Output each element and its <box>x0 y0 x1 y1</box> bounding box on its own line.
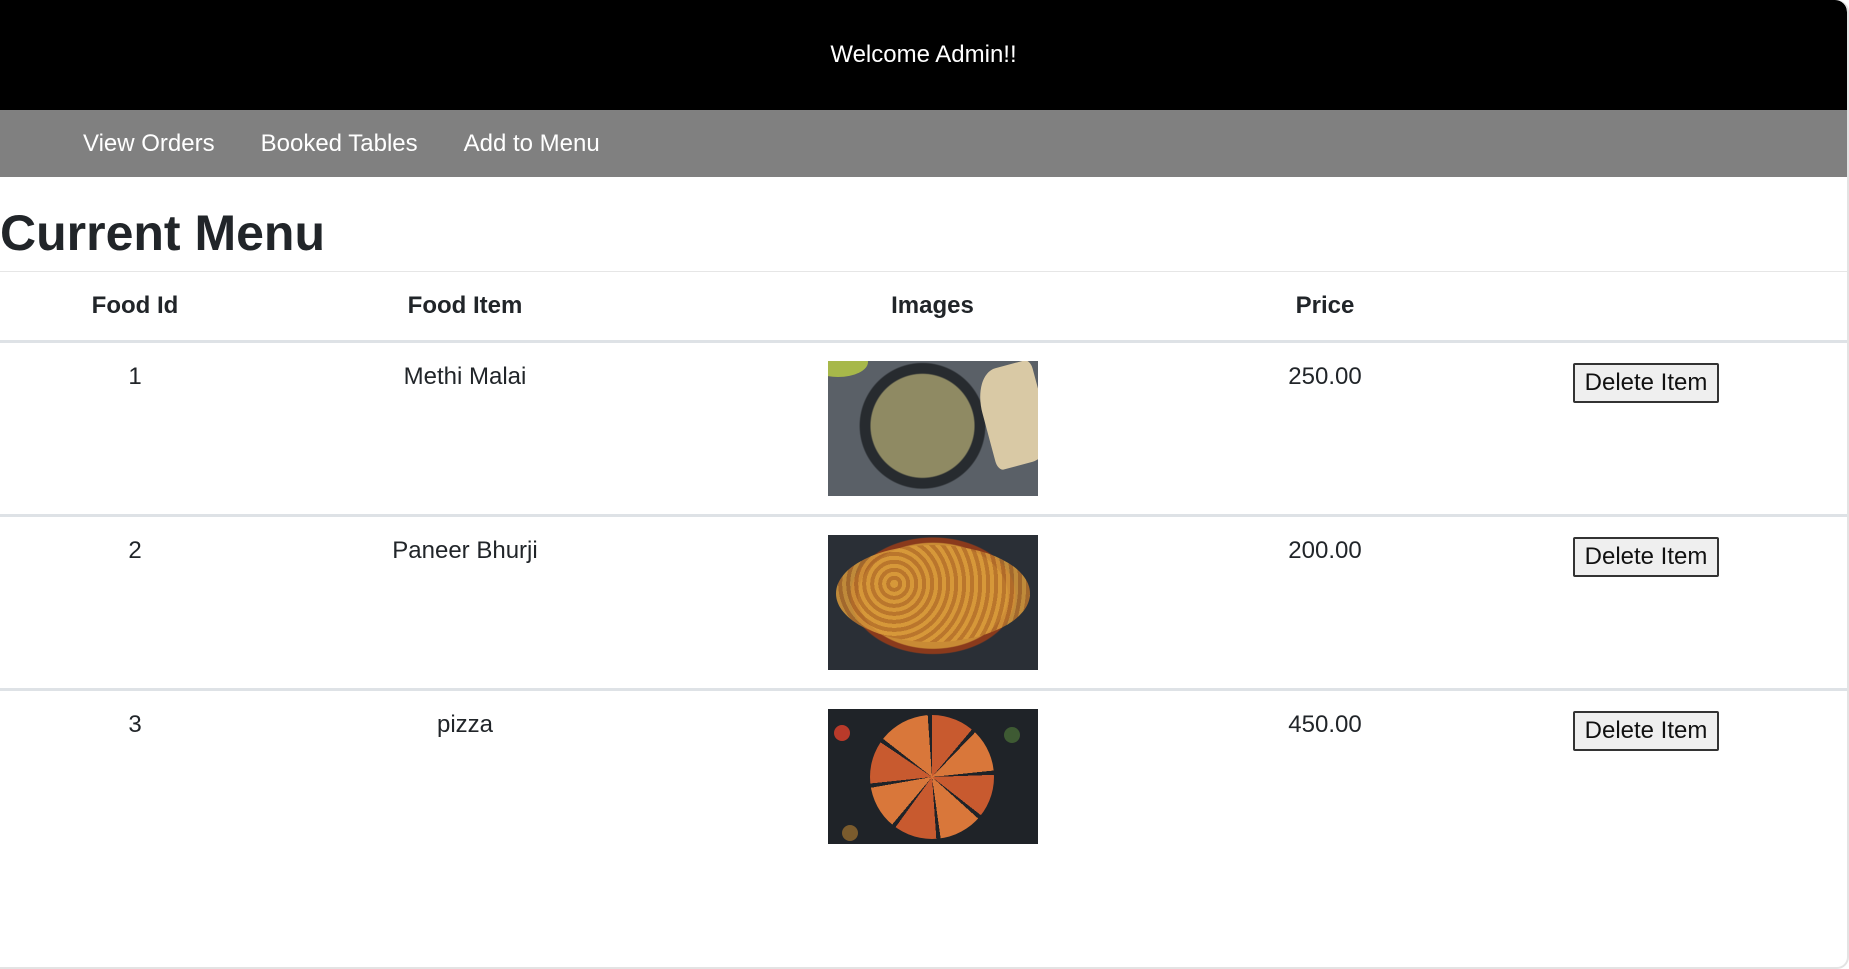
cell-action: Delete Item <box>1445 515 1847 691</box>
cell-action: Delete Item <box>1445 341 1847 517</box>
food-image <box>827 535 1038 670</box>
cell-food-item: pizza <box>270 690 660 863</box>
nav-add-to-menu[interactable]: Add to Menu <box>464 130 600 158</box>
col-food-id: Food Id <box>0 271 270 343</box>
cell-food-item: Paneer Bhurji <box>270 515 660 691</box>
menu-table: Food Id Food Item Images Price 1 Methi M… <box>0 271 1847 862</box>
food-name: pizza <box>436 711 494 738</box>
app-frame: Welcome Admin!! View Orders Booked Table… <box>0 0 1849 969</box>
food-id: 1 <box>128 363 142 390</box>
food-name: Methi Malai <box>403 363 527 390</box>
food-price: 200.00 <box>1288 537 1362 564</box>
food-price: 250.00 <box>1288 363 1362 390</box>
cell-food-id: 2 <box>0 515 270 691</box>
cell-price: 250.00 <box>1205 341 1445 517</box>
cell-action: Delete Item <box>1445 690 1847 863</box>
col-action <box>1445 271 1847 343</box>
cell-food-id: 3 <box>0 690 270 863</box>
col-price: Price <box>1205 271 1445 343</box>
cell-image <box>660 341 1205 517</box>
cell-food-id: 1 <box>0 341 270 517</box>
welcome-header: Welcome Admin!! <box>0 0 1847 110</box>
cell-image <box>660 690 1205 863</box>
food-image <box>827 361 1038 496</box>
table-header-row: Food Id Food Item Images Price <box>0 271 1847 343</box>
food-image <box>827 709 1038 844</box>
table-row: 1 Methi Malai 250.00 Delete Item <box>0 341 1847 517</box>
table-row: 3 pizza 450.00 Delete Item <box>0 690 1847 863</box>
admin-navbar: View Orders Booked Tables Add to Menu <box>0 110 1847 177</box>
col-food-item: Food Item <box>270 271 660 343</box>
food-id: 2 <box>128 537 142 564</box>
food-name: Paneer Bhurji <box>392 537 538 564</box>
delete-item-button[interactable]: Delete Item <box>1572 363 1720 403</box>
welcome-text: Welcome Admin!! <box>830 41 1017 68</box>
food-id: 3 <box>128 711 142 738</box>
food-price: 450.00 <box>1288 711 1362 738</box>
cell-food-item: Methi Malai <box>270 341 660 517</box>
table-row: 2 Paneer Bhurji 200.00 Delete Item <box>0 515 1847 691</box>
nav-booked-tables[interactable]: Booked Tables <box>261 130 418 158</box>
cell-image <box>660 515 1205 691</box>
col-images: Images <box>660 271 1205 343</box>
delete-item-button[interactable]: Delete Item <box>1572 711 1720 751</box>
cell-price: 200.00 <box>1205 515 1445 691</box>
page-title: Current Menu <box>0 205 325 261</box>
cell-price: 450.00 <box>1205 690 1445 863</box>
nav-view-orders[interactable]: View Orders <box>83 130 215 158</box>
delete-item-button[interactable]: Delete Item <box>1572 537 1720 577</box>
